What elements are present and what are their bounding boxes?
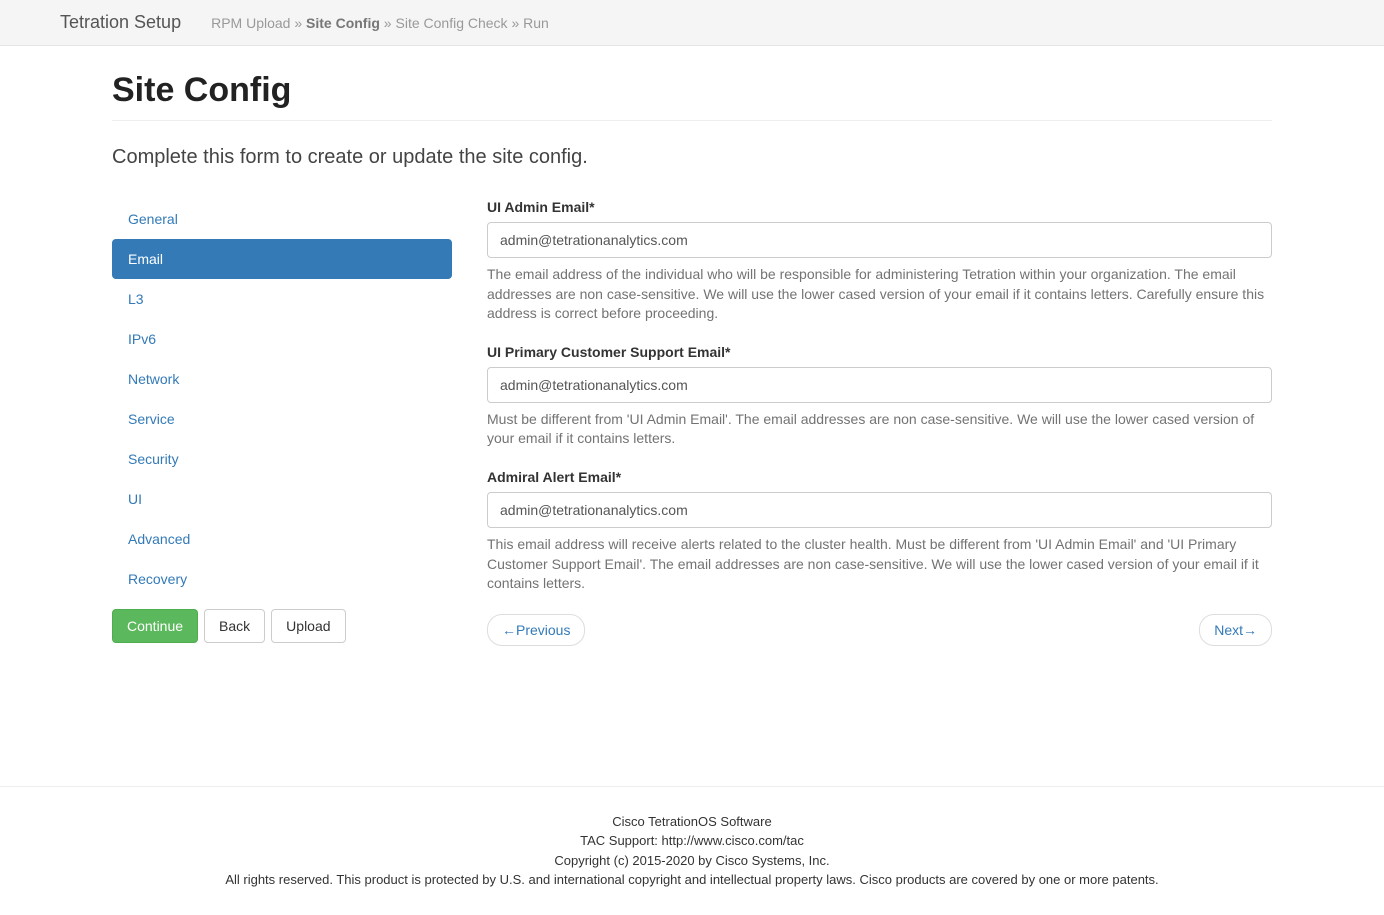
upload-button[interactable]: Upload	[271, 609, 345, 643]
previous-button[interactable]: ←Previous	[487, 614, 585, 646]
help-admiral-email: This email address will receive alerts r…	[487, 535, 1272, 594]
breadcrumb-step-rpm[interactable]: RPM Upload	[211, 15, 290, 31]
page-subtitle: Complete this form to create or update t…	[112, 146, 1272, 169]
input-admin-email[interactable]	[487, 222, 1272, 258]
sidebar-item-service[interactable]: Service	[112, 399, 452, 439]
sidebar-item-recovery[interactable]: Recovery	[112, 559, 452, 599]
breadcrumb-step-check[interactable]: Site Config Check	[396, 15, 508, 31]
sidebar-item-security[interactable]: Security	[112, 439, 452, 479]
sidebar-item-network[interactable]: Network	[112, 359, 452, 399]
next-button[interactable]: Next→	[1199, 614, 1272, 646]
page-title: Site Config	[112, 71, 1272, 110]
breadcrumb-step-siteconfig[interactable]: Site Config	[306, 15, 380, 31]
sidebar-item-l3[interactable]: L3	[112, 279, 452, 319]
sidebar-button-row: Continue Back Upload	[112, 609, 452, 643]
sidebar-item-advanced[interactable]: Advanced	[112, 519, 452, 559]
form-group-admiral-email: Admiral Alert Email* This email address …	[487, 469, 1272, 594]
breadcrumb: RPM Upload » Site Config » Site Config C…	[211, 15, 549, 31]
form-area: UI Admin Email* The email address of the…	[487, 199, 1272, 646]
help-admin-email: The email address of the individual who …	[487, 265, 1272, 324]
label-admiral-email: Admiral Alert Email*	[487, 469, 1272, 485]
label-support-email: UI Primary Customer Support Email*	[487, 344, 1272, 360]
page-divider	[112, 120, 1272, 121]
input-admiral-email[interactable]	[487, 492, 1272, 528]
continue-button[interactable]: Continue	[112, 609, 198, 643]
breadcrumb-sep: »	[380, 15, 396, 31]
breadcrumb-sep: »	[508, 15, 524, 31]
back-button[interactable]: Back	[204, 609, 265, 643]
form-group-support-email: UI Primary Customer Support Email* Must …	[487, 344, 1272, 449]
breadcrumb-step-run[interactable]: Run	[523, 15, 549, 31]
footer: Cisco TetrationOS Software TAC Support: …	[0, 786, 1384, 915]
sidebar-item-ipv6[interactable]: IPv6	[112, 319, 452, 359]
footer-line3: Copyright (c) 2015-2020 by Cisco Systems…	[20, 851, 1364, 871]
sidebar-item-ui[interactable]: UI	[112, 479, 452, 519]
content-row: General Email L3 IPv6 Network Service Se…	[112, 199, 1272, 646]
sidebar-item-general[interactable]: General	[112, 199, 452, 239]
footer-line4: All rights reserved. This product is pro…	[20, 870, 1364, 890]
setup-title: Tetration Setup	[60, 12, 181, 33]
sidebar: General Email L3 IPv6 Network Service Se…	[112, 199, 452, 646]
main-container: Site Config Complete this form to create…	[52, 71, 1332, 646]
form-group-admin-email: UI Admin Email* The email address of the…	[487, 199, 1272, 324]
help-support-email: Must be different from 'UI Admin Email'.…	[487, 410, 1272, 449]
sidebar-item-email[interactable]: Email	[112, 239, 452, 279]
breadcrumb-sep: »	[290, 15, 306, 31]
footer-line1: Cisco TetrationOS Software	[20, 812, 1364, 832]
footer-line2: TAC Support: http://www.cisco.com/tac	[20, 831, 1364, 851]
pager-row: ←Previous Next→	[487, 614, 1272, 646]
input-support-email[interactable]	[487, 367, 1272, 403]
label-admin-email: UI Admin Email*	[487, 199, 1272, 215]
top-bar: Tetration Setup RPM Upload » Site Config…	[0, 0, 1384, 46]
nav-list: General Email L3 IPv6 Network Service Se…	[112, 199, 452, 599]
